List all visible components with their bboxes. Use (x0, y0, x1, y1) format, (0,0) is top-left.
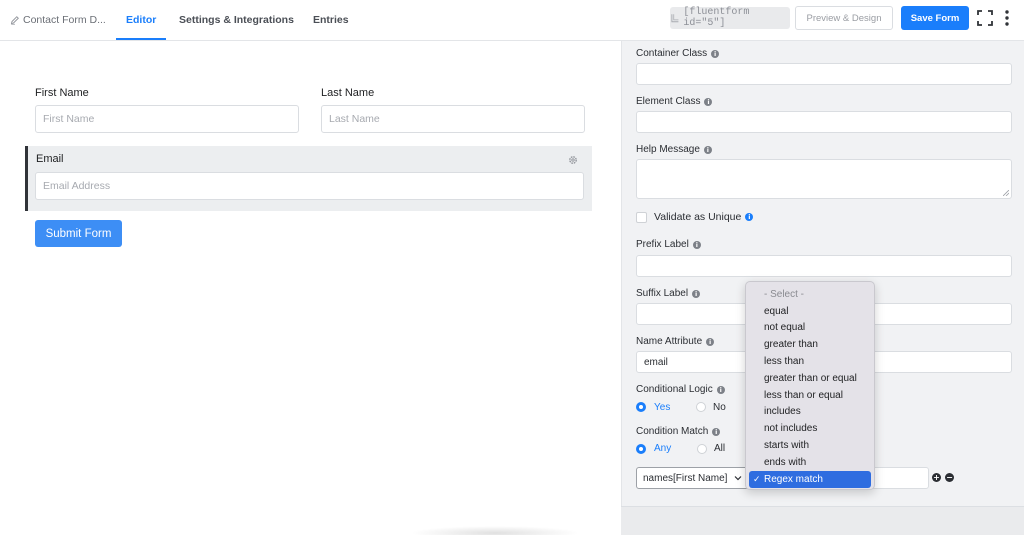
active-tab-indicator (116, 38, 166, 40)
operator-option-greater-than[interactable]: greater than (746, 336, 874, 353)
last-name-label: Last Name (321, 87, 375, 99)
tab-settings-integrations[interactable]: Settings & Integrations (179, 14, 294, 26)
conditional-logic-no-label[interactable]: No (713, 402, 726, 413)
operator-option-greater-than-or-equal[interactable]: greater than or equal (746, 370, 874, 387)
operator-option-placeholder[interactable]: - Select - (746, 286, 874, 303)
container-class-label-text: Container Class (636, 48, 708, 59)
top-bar: Contact Form D... Editor Settings & Inte… (0, 0, 1024, 41)
operator-option-starts-with[interactable]: starts with (746, 437, 874, 454)
info-icon[interactable]: i (703, 145, 712, 154)
shortcode-text: [fluentform id="5"] (683, 7, 750, 29)
resize-grip-icon[interactable] (1003, 190, 1009, 196)
prefix-label-label: Prefix Label i (636, 239, 701, 250)
help-message-label-text: Help Message (636, 144, 700, 155)
element-class-label: Element Class i (636, 96, 713, 107)
element-class-label-text: Element Class (636, 96, 701, 107)
preview-design-button[interactable]: Preview & Design (795, 6, 893, 30)
element-class-input[interactable] (636, 111, 1012, 133)
operator-option-includes[interactable]: includes (746, 404, 874, 421)
operator-option-not-equal[interactable]: not equal (746, 320, 874, 337)
help-message-label: Help Message i (636, 144, 712, 155)
gear-icon[interactable] (568, 155, 578, 165)
operator-option-equal[interactable]: equal (746, 303, 874, 320)
last-name-input[interactable]: Last Name (321, 105, 585, 133)
prefix-label-label-text: Prefix Label (636, 239, 689, 250)
container-class-label: Container Class i (636, 48, 720, 59)
condition-value-input[interactable] (872, 467, 929, 489)
info-icon[interactable]: i (712, 427, 721, 436)
info-icon[interactable]: i (704, 97, 713, 106)
conditional-logic-label-text: Conditional Logic (636, 384, 713, 395)
condition-match-any-label[interactable]: Any (654, 443, 671, 454)
operator-option-not-includes[interactable]: not includes (746, 420, 874, 437)
conditional-logic-label: Conditional Logic i (636, 384, 725, 395)
suffix-label-label: Suffix Label i (636, 288, 701, 299)
fullscreen-icon[interactable] (977, 10, 993, 26)
name-attribute-label-text: Name Attribute (636, 336, 703, 347)
validate-unique-checkbox[interactable] (636, 212, 647, 223)
conditional-logic-no-radio[interactable] (696, 402, 706, 412)
remove-condition-icon[interactable]: − (945, 473, 954, 482)
add-condition-icon[interactable]: + (932, 473, 941, 482)
more-vertical-icon[interactable] (1004, 9, 1010, 27)
container-class-input[interactable] (636, 63, 1012, 85)
name-attribute-label: Name Attribute i (636, 336, 715, 347)
validate-unique-label-text: Validate as Unique (654, 211, 742, 223)
operator-option-ends-with[interactable]: ends with (746, 454, 874, 471)
save-form-button[interactable]: Save Form (901, 6, 969, 30)
email-input[interactable]: Email Address (35, 172, 584, 200)
validate-unique-label: Validate as Unique i (654, 211, 754, 223)
info-icon[interactable]: i (692, 240, 701, 249)
copy-icon (671, 14, 679, 23)
condition-match-label-text: Condition Match (636, 426, 709, 437)
tab-editor[interactable]: Editor (126, 14, 156, 26)
tab-entries[interactable]: Entries (313, 14, 349, 26)
info-icon[interactable]: i (716, 385, 725, 394)
floating-toolbar-shadow (410, 526, 580, 535)
submit-form-button[interactable]: Submit Form (35, 220, 122, 247)
checkmark-icon: ✓ (753, 473, 761, 484)
operator-option-less-than[interactable]: less than (746, 353, 874, 370)
conditional-logic-yes-radio[interactable] (636, 402, 646, 412)
operator-option-regex-match[interactable]: ✓ Regex match (749, 470, 871, 488)
operator-option-less-than-or-equal[interactable]: less than or equal (746, 387, 874, 404)
operator-option-regex-match-label: Regex match (764, 473, 823, 485)
help-message-textarea[interactable] (636, 159, 1012, 199)
shortcode-copy-button[interactable]: [fluentform id="5"] (670, 7, 790, 29)
suffix-label-label-text: Suffix Label (636, 288, 689, 299)
info-icon[interactable]: i (692, 289, 701, 298)
operator-dropdown-menu[interactable]: - Select - equal not equal greater than … (745, 281, 875, 490)
conditional-logic-yes-label[interactable]: Yes (654, 402, 670, 413)
chevron-down-icon (734, 476, 742, 481)
condition-match-any-radio[interactable] (636, 444, 646, 454)
form-title-breadcrumb[interactable]: Contact Form D... (10, 14, 106, 26)
form-title: Contact Form D... (23, 14, 106, 26)
condition-match-label: Condition Match i (636, 426, 721, 437)
pencil-icon (10, 16, 19, 25)
info-icon[interactable]: i (711, 49, 720, 58)
first-name-label: First Name (35, 87, 89, 99)
condition-match-all-label[interactable]: All (714, 443, 725, 454)
info-icon[interactable]: i (745, 213, 754, 221)
condition-match-all-radio[interactable] (697, 444, 707, 454)
prefix-label-input[interactable] (636, 255, 1012, 277)
first-name-input[interactable]: First Name (35, 105, 299, 133)
info-icon[interactable]: i (706, 337, 715, 346)
condition-field-value: names[First Name] (643, 472, 728, 484)
panel-footer (621, 506, 1024, 535)
email-label: Email (36, 153, 64, 165)
